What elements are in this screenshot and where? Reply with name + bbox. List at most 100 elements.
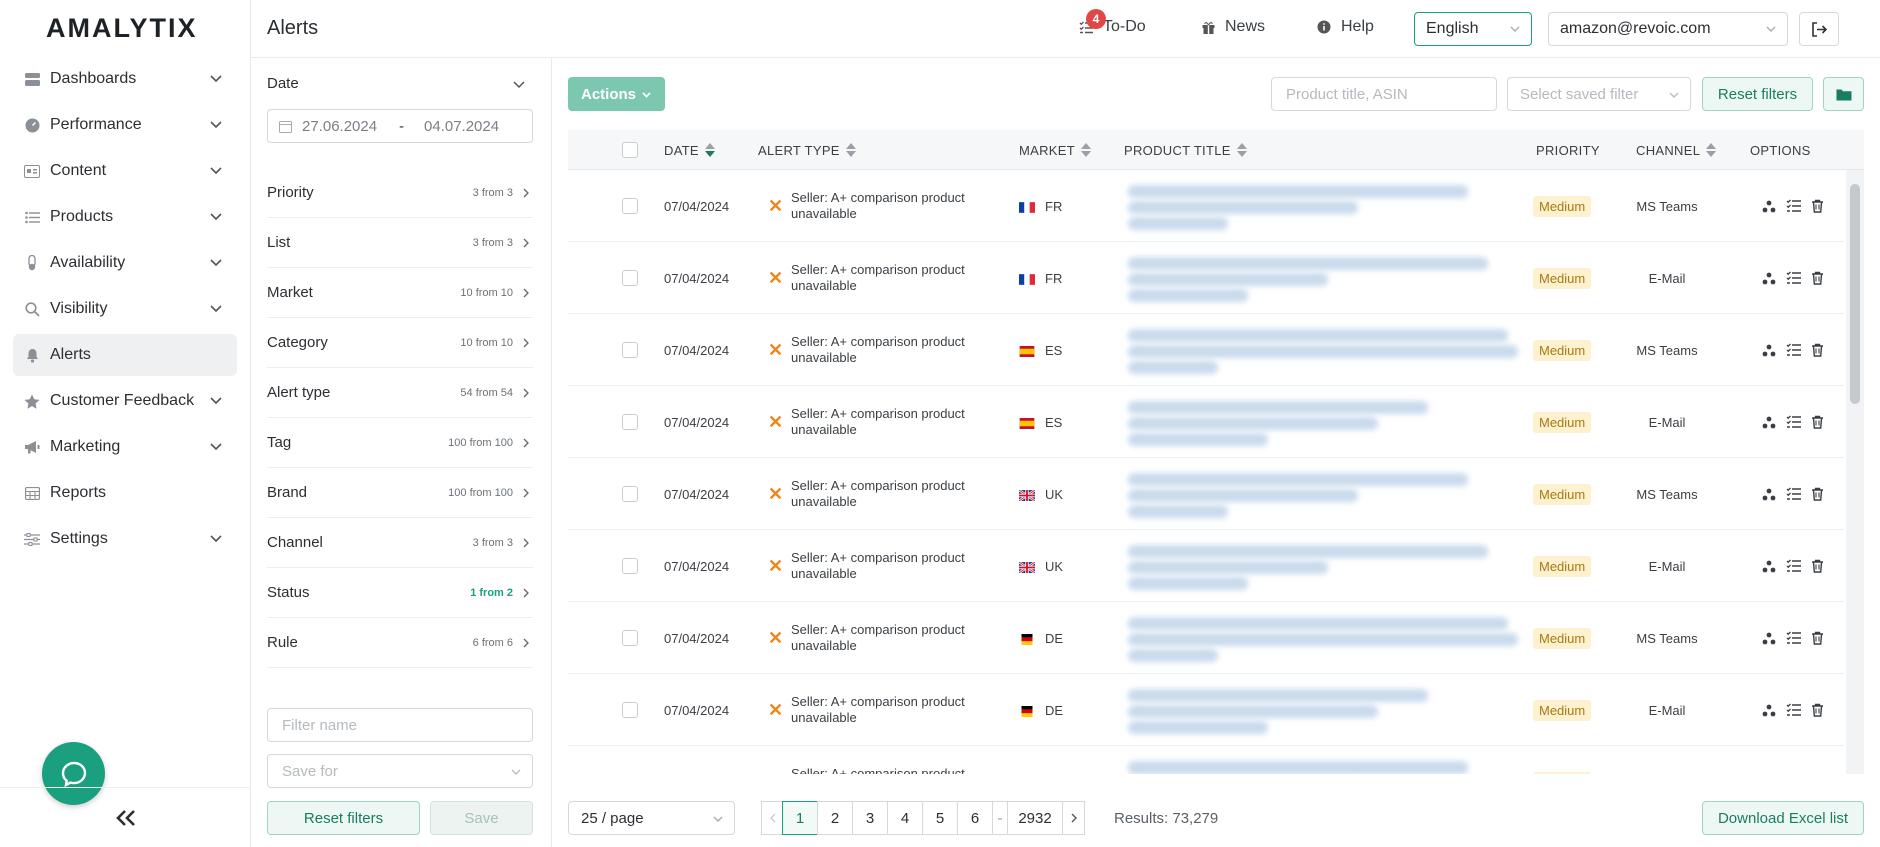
table-row[interactable]: 07/04/2024 ✕ Seller: A+ comparison product… [568, 602, 1844, 674]
sidebar-item-reports[interactable]: Reports [13, 472, 237, 514]
filter-tag[interactable]: Tag 100 from 100 [267, 418, 533, 468]
sidebar-item-products[interactable]: Products [13, 196, 237, 238]
row-checkbox[interactable] [622, 630, 638, 646]
product-title-blurred[interactable] [1128, 179, 1518, 233]
filter-status[interactable]: Status 1 from 2 [267, 568, 533, 618]
table-row[interactable]: 07/04/2024 ✕ Seller: A+ comparison product… [568, 170, 1844, 242]
sitemap-icon[interactable] [1762, 631, 1776, 645]
row-checkbox[interactable] [622, 486, 638, 502]
sidebar-item-content[interactable]: Content [13, 150, 237, 192]
trash-icon[interactable] [1811, 487, 1824, 501]
sidebar-item-dashboards[interactable]: Dashboards [13, 58, 237, 100]
product-title-blurred[interactable] [1128, 467, 1518, 521]
next-page-button[interactable] [1062, 801, 1085, 835]
filter-channel[interactable]: Channel 3 from 3 [267, 518, 533, 568]
trash-icon[interactable] [1811, 703, 1824, 717]
page-button-3[interactable]: 3 [852, 801, 888, 835]
sitemap-icon[interactable] [1762, 199, 1776, 213]
collapse-sidebar-button[interactable] [0, 787, 251, 847]
checklist-icon[interactable] [1786, 703, 1801, 717]
sitemap-icon[interactable] [1762, 415, 1776, 429]
sitemap-icon[interactable] [1762, 343, 1776, 357]
checklist-icon[interactable] [1786, 271, 1801, 285]
news-link[interactable]: News [1202, 18, 1265, 36]
page-button-4[interactable]: 4 [887, 801, 923, 835]
sitemap-icon[interactable] [1762, 271, 1776, 285]
product-title-blurred[interactable] [1128, 395, 1518, 449]
reset-filters-button[interactable]: Reset filters [267, 801, 420, 835]
sidebar-item-settings[interactable]: Settings [13, 518, 237, 560]
sort-icon[interactable] [1236, 143, 1247, 157]
table-scrollbar[interactable] [1846, 170, 1864, 774]
save-for-select[interactable]: Save for [267, 754, 533, 788]
sort-icon[interactable] [1706, 143, 1717, 157]
row-checkbox[interactable] [622, 414, 638, 430]
row-checkbox[interactable] [622, 270, 638, 286]
trash-icon[interactable] [1811, 415, 1824, 429]
page-button-last[interactable]: 2932 [1007, 801, 1063, 835]
prev-page-button[interactable] [761, 801, 784, 835]
saved-filters-folder-button[interactable] [1823, 77, 1864, 111]
page-size-select[interactable]: 25 / page [568, 801, 735, 835]
scrollbar-thumb[interactable] [1850, 184, 1860, 404]
column-header-channel[interactable]: CHANNEL [1636, 130, 1717, 170]
checklist-icon[interactable] [1786, 487, 1801, 501]
table-row[interactable]: 07/04/2024 ✕ Seller: A+ comparison product… [568, 458, 1844, 530]
sidebar-item-alerts[interactable]: Alerts [13, 334, 237, 376]
table-row[interactable]: 07/04/2024 ✕ Seller: A+ comparison product… [568, 386, 1844, 458]
filter-category[interactable]: Category 10 from 10 [267, 318, 533, 368]
filter-list[interactable]: List 3 from 3 [267, 218, 533, 268]
checklist-icon[interactable] [1786, 631, 1801, 645]
sort-icon[interactable] [1080, 143, 1091, 157]
chevron-down-icon[interactable] [512, 77, 526, 91]
page-button-5[interactable]: 5 [922, 801, 958, 835]
trash-icon[interactable] [1811, 199, 1824, 213]
trash-icon[interactable] [1811, 271, 1824, 285]
account-select[interactable]: amazon@revoic.com [1548, 12, 1788, 46]
row-checkbox[interactable] [622, 342, 638, 358]
download-excel-button[interactable]: Download Excel list [1702, 801, 1864, 835]
page-button-2[interactable]: 2 [817, 801, 853, 835]
help-link[interactable]: Help [1317, 18, 1374, 36]
sidebar-item-performance[interactable]: Performance [13, 104, 237, 146]
table-row[interactable]: 07/04/2024 ✕ Seller: A+ comparison product… [568, 530, 1844, 602]
saved-filter-select[interactable]: Select saved filter [1507, 77, 1691, 111]
table-row[interactable]: 07/04/2024 ✕ Seller: A+ comparison product… [568, 674, 1844, 746]
page-button-1[interactable]: 1 [782, 801, 818, 835]
sidebar-item-visibility[interactable]: Visibility [13, 288, 237, 330]
sort-icon[interactable] [845, 143, 856, 157]
select-all-checkbox[interactable] [622, 142, 638, 158]
sort-icon[interactable] [704, 143, 715, 157]
save-filter-button[interactable]: Save [430, 801, 533, 835]
row-checkbox[interactable] [622, 702, 638, 718]
product-title-blurred[interactable] [1128, 539, 1518, 593]
product-title-blurred[interactable] [1128, 251, 1518, 305]
checklist-icon[interactable] [1786, 559, 1801, 573]
product-title-blurred[interactable] [1128, 683, 1518, 737]
trash-icon[interactable] [1811, 343, 1824, 357]
checklist-icon[interactable] [1786, 199, 1801, 213]
filter-alert-type[interactable]: Alert type 54 from 54 [267, 368, 533, 418]
checklist-icon[interactable] [1786, 343, 1801, 357]
row-checkbox[interactable] [622, 558, 638, 574]
product-title-blurred[interactable] [1128, 755, 1518, 774]
column-header-product-title[interactable]: PRODUCT TITLE [1124, 130, 1247, 170]
sitemap-icon[interactable] [1762, 703, 1776, 717]
checklist-icon[interactable] [1786, 415, 1801, 429]
sidebar-item-availability[interactable]: Availability [13, 242, 237, 284]
filter-brand[interactable]: Brand 100 from 100 [267, 468, 533, 518]
date-range-picker[interactable]: 27.06.2024 - 04.07.2024 [267, 109, 533, 143]
product-title-blurred[interactable] [1128, 611, 1518, 665]
sitemap-icon[interactable] [1762, 487, 1776, 501]
sitemap-icon[interactable] [1762, 559, 1776, 573]
column-header-market[interactable]: MARKET [1019, 130, 1091, 170]
app-logo[interactable]: AMALYTIX [0, 0, 250, 57]
filter-market[interactable]: Market 10 from 10 [267, 268, 533, 318]
actions-dropdown-button[interactable]: Actions [568, 77, 665, 111]
logout-button[interactable] [1799, 12, 1839, 46]
trash-icon[interactable] [1811, 559, 1824, 573]
language-select[interactable]: English [1414, 12, 1532, 46]
reset-filters-top-button[interactable]: Reset filters [1702, 77, 1813, 111]
filter-rule[interactable]: Rule 6 from 6 [267, 618, 533, 668]
row-checkbox[interactable] [622, 198, 638, 214]
